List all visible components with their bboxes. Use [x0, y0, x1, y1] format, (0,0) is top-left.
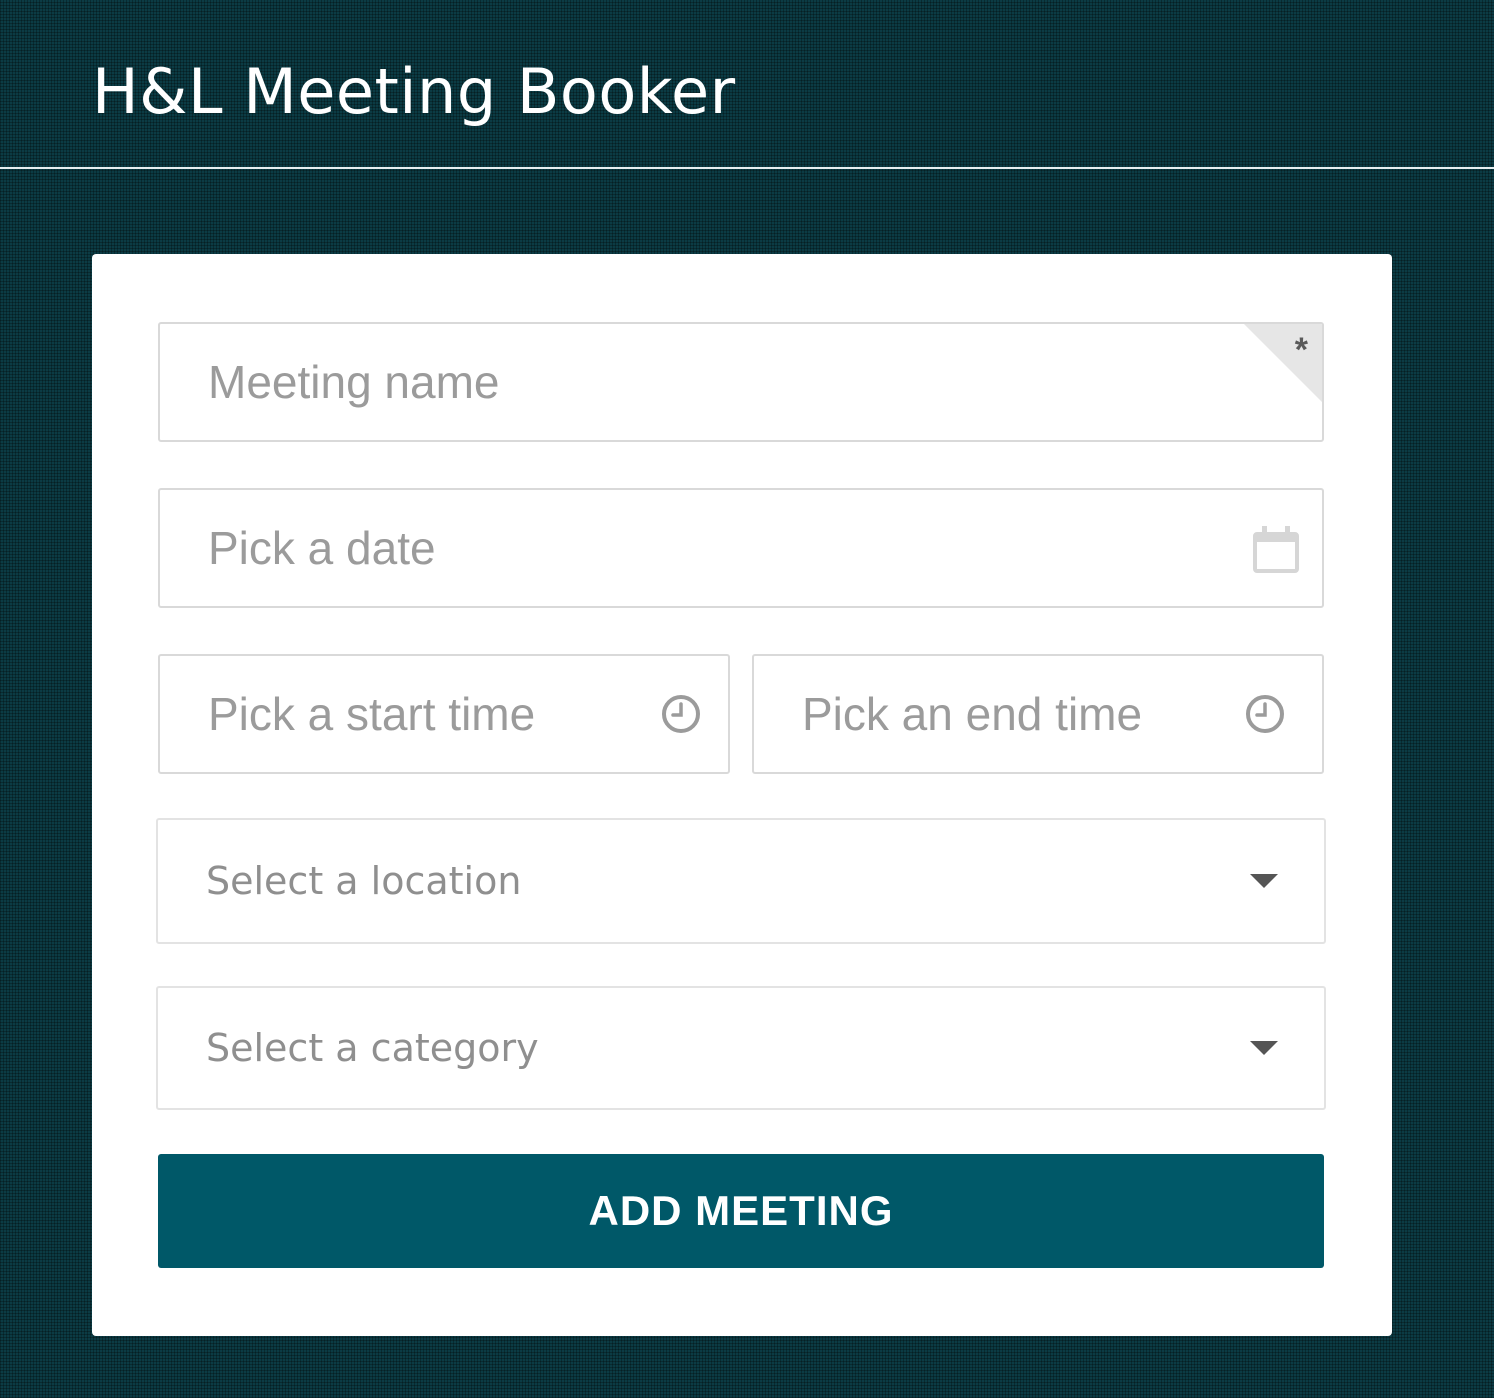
meeting-form-card: * Select a location Select a category AD: [92, 254, 1392, 1336]
chevron-down-icon[interactable]: [1250, 1041, 1278, 1055]
category-select[interactable]: Select a category: [156, 986, 1326, 1110]
end-time-input[interactable]: [754, 656, 1322, 772]
meeting-name-input[interactable]: [160, 324, 1322, 440]
meeting-name-field: *: [158, 322, 1324, 442]
add-meeting-button[interactable]: ADD MEETING: [158, 1154, 1324, 1268]
start-time-field: [158, 654, 730, 774]
end-time-field: [752, 654, 1324, 774]
required-corner: [1244, 324, 1322, 402]
date-field: [158, 488, 1324, 608]
calendar-icon[interactable]: [1252, 524, 1300, 574]
clock-icon[interactable]: [660, 693, 702, 735]
category-select-value: Select a category: [206, 1026, 539, 1070]
clock-icon[interactable]: [1244, 693, 1286, 735]
start-time-input[interactable]: [160, 656, 728, 772]
location-select[interactable]: Select a location: [156, 818, 1326, 944]
app-title: H&L Meeting Booker: [92, 55, 736, 128]
app-header: H&L Meeting Booker: [0, 0, 1494, 169]
location-select-value: Select a location: [206, 859, 522, 903]
required-asterisk-icon: *: [1294, 331, 1308, 369]
date-input[interactable]: [160, 490, 1322, 606]
chevron-down-icon[interactable]: [1250, 874, 1278, 888]
